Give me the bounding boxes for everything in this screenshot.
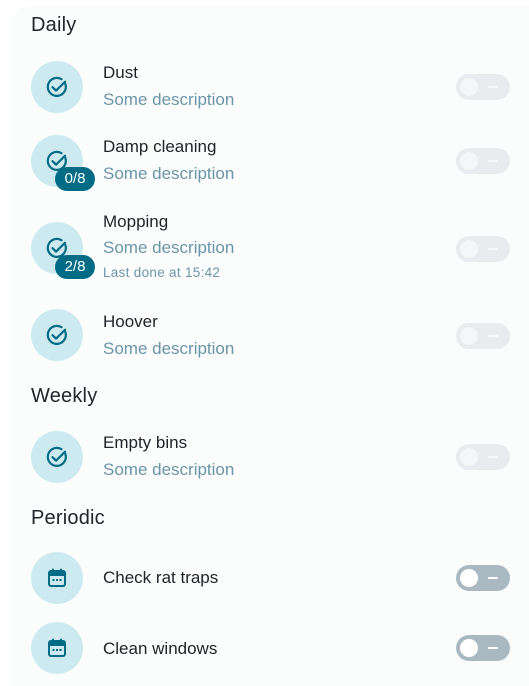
toggle-knob <box>460 569 478 587</box>
task-description: Some description <box>103 90 235 109</box>
toggle-knob <box>460 78 478 96</box>
list-item-hoover[interactable]: Hoover Some description <box>0 308 529 372</box>
list-item-clean-windows[interactable]: Clean windows <box>0 622 529 686</box>
task-toggle-switch[interactable] <box>456 236 510 262</box>
toggle-knob <box>460 639 478 657</box>
toggle-knob <box>460 327 478 345</box>
section-header-periodic: Periodic <box>31 507 105 529</box>
task-toggle-switch[interactable] <box>456 635 510 661</box>
task-icon-container <box>31 622 83 674</box>
task-toggle-switch[interactable] <box>456 565 510 591</box>
task-toggle-switch[interactable] <box>456 148 510 174</box>
check-circle-icon <box>46 446 67 467</box>
section-header-daily: Daily <box>31 14 77 36</box>
task-description: Some description <box>103 460 235 479</box>
toggle-knob <box>460 448 478 466</box>
toggle-off-indicator <box>488 456 498 458</box>
task-toggle-switch[interactable] <box>456 444 510 470</box>
task-title: Damp cleaning <box>103 137 217 156</box>
progress-badge: 0/8 <box>55 167 95 191</box>
task-title: Empty bins <box>103 433 188 452</box>
task-title: Hoover <box>103 312 158 331</box>
toggle-off-indicator <box>488 160 498 162</box>
calendar-icon <box>48 638 66 657</box>
task-description: Some description <box>103 164 235 183</box>
list-item-check-rat-traps[interactable]: Check rat traps <box>0 552 529 616</box>
list-item-damp-cleaning[interactable]: 0/8 Damp cleaning Some description <box>0 134 529 198</box>
toggle-off-indicator <box>488 647 498 649</box>
task-description: Some description <box>103 238 235 257</box>
toggle-knob <box>460 152 478 170</box>
task-title: Check rat traps <box>103 568 219 587</box>
calendar-icon <box>48 568 66 587</box>
task-title: Mopping <box>103 212 169 231</box>
task-title: Dust <box>103 63 138 82</box>
task-icon-container <box>31 552 83 604</box>
list-item-dust[interactable]: Dust Some description <box>0 60 529 124</box>
progress-badge: 2/8 <box>55 255 95 279</box>
task-title: Clean windows <box>103 639 218 658</box>
task-toggle-switch[interactable] <box>456 323 510 349</box>
task-toggle-switch[interactable] <box>456 74 510 100</box>
toggle-off-indicator <box>488 335 498 337</box>
check-circle-icon <box>46 76 67 97</box>
toggle-knob <box>460 240 478 258</box>
toggle-off-indicator <box>488 248 498 250</box>
list-item-empty-bins[interactable]: Empty bins Some description <box>0 429 529 493</box>
task-icon-container <box>31 431 83 483</box>
task-icon-container <box>31 61 83 113</box>
task-icon-container <box>31 309 83 361</box>
last-done-text: Last done at 15:42 <box>103 265 221 280</box>
toggle-off-indicator <box>488 577 498 579</box>
list-item-mopping[interactable]: 2/8 Mopping Some description Last done a… <box>0 208 529 288</box>
check-circle-icon <box>46 324 67 345</box>
section-header-weekly: Weekly <box>31 385 98 407</box>
task-description: Some description <box>103 339 235 358</box>
toggle-off-indicator <box>488 86 498 88</box>
